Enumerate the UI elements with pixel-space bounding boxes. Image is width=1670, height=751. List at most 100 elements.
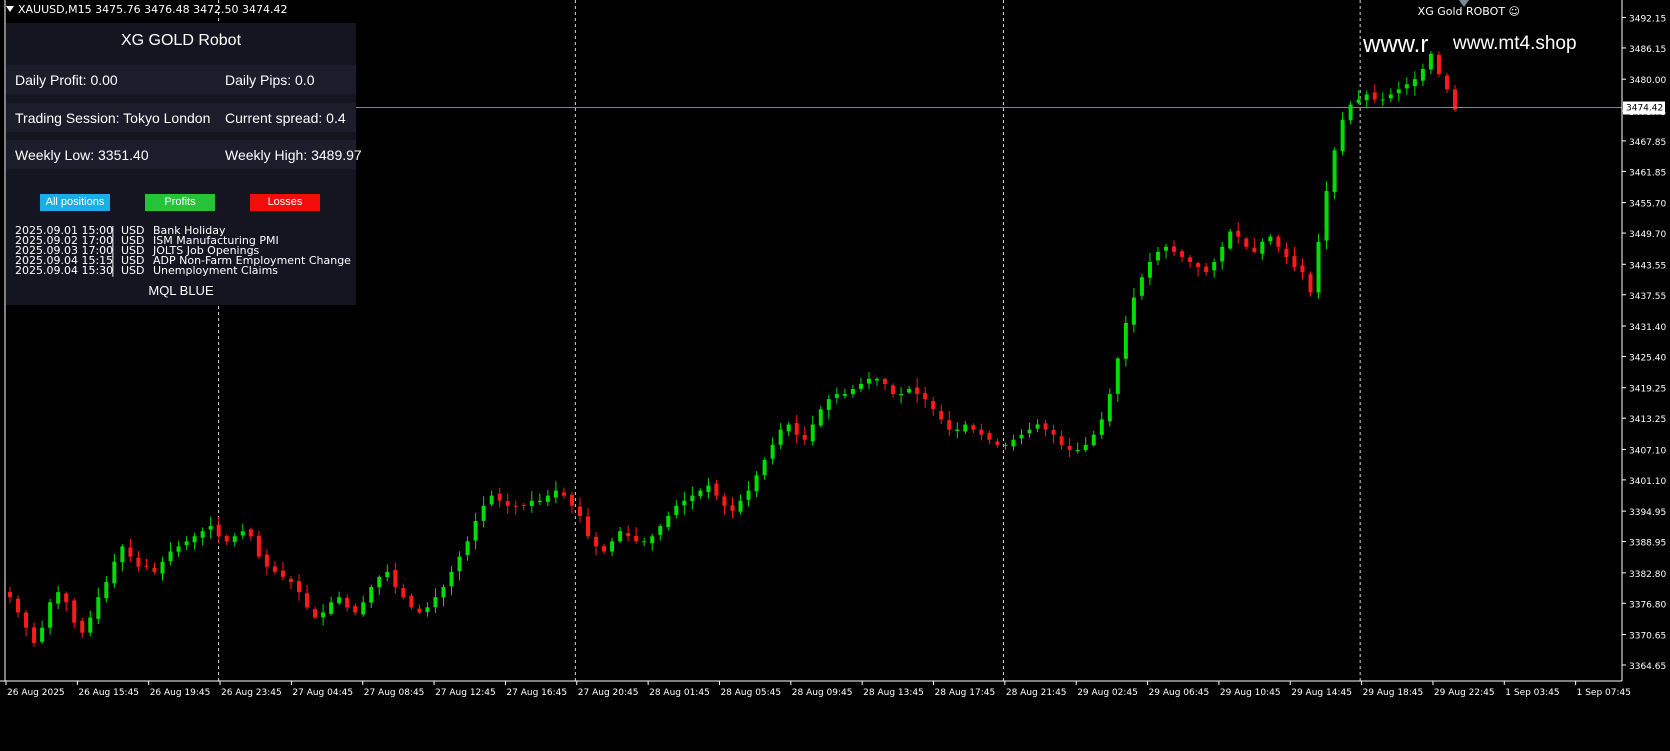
- weekly-range-row: Weekly Low: 3351.40 Weekly High: 3489.97: [6, 140, 362, 169]
- candle-body: [834, 394, 839, 398]
- price-tick-label: 3407.10: [1629, 446, 1666, 456]
- candle: [385, 564, 390, 582]
- price-tick-label: 3419.25: [1629, 385, 1666, 395]
- candle: [1236, 221, 1241, 244]
- candle-body: [1324, 190, 1329, 241]
- candle-body: [505, 501, 510, 506]
- candle-body: [586, 516, 590, 537]
- time-tick-label: 26 Aug 2025: [7, 688, 65, 698]
- candle-body: [754, 475, 759, 492]
- candle-body: [48, 602, 53, 628]
- time-tick-label: 26 Aug 15:45: [78, 688, 139, 698]
- price-tick-label: 3394.95: [1629, 508, 1666, 518]
- panel-footer: MQL BLUE: [148, 283, 214, 298]
- candle-body: [971, 425, 976, 430]
- price-tick-label: 3413.25: [1629, 415, 1666, 425]
- candle-body: [658, 526, 663, 535]
- candle-body: [232, 536, 237, 542]
- candle-body: [1164, 246, 1168, 251]
- candle: [883, 377, 888, 391]
- candle-body: [120, 546, 125, 563]
- candle-body: [818, 409, 823, 426]
- candle-body: [1284, 248, 1289, 257]
- candle: [1300, 258, 1305, 280]
- candle: [875, 377, 879, 386]
- candle: [168, 542, 173, 566]
- candle: [433, 588, 438, 614]
- candle: [586, 508, 590, 540]
- candle-body: [1260, 241, 1265, 254]
- price-tick-label: 3455.70: [1629, 200, 1666, 210]
- candle-body: [1316, 241, 1321, 293]
- candle: [610, 537, 615, 557]
- candle-body: [168, 551, 173, 562]
- candle-body: [184, 541, 189, 546]
- losses-button[interactable]: Losses: [250, 194, 320, 211]
- candle-body: [256, 535, 261, 557]
- candle-body: [216, 524, 221, 537]
- candle-body: [907, 388, 912, 393]
- candle-body: [1332, 150, 1337, 193]
- candle-body: [1220, 246, 1225, 262]
- weekly-low: Weekly Low: 3351.40: [15, 147, 149, 163]
- candle: [1268, 234, 1273, 245]
- candle-body: [72, 600, 77, 623]
- candle: [1139, 273, 1144, 300]
- candle: [513, 500, 518, 515]
- candle-body: [931, 401, 936, 410]
- time-tick-label: 28 Aug 13:45: [863, 688, 924, 698]
- candle-body: [1308, 274, 1313, 293]
- candle: [457, 551, 462, 581]
- candle: [489, 490, 494, 507]
- price-tick-label: 3492.15: [1629, 14, 1666, 24]
- candle: [80, 617, 85, 638]
- candle-body: [1396, 89, 1401, 94]
- candle-body: [995, 441, 1000, 445]
- time-tick-label: 27 Aug 08:45: [364, 688, 425, 698]
- candle: [1019, 429, 1024, 445]
- candle-body: [577, 506, 582, 516]
- candle-body: [762, 460, 767, 476]
- time-tick-label: 26 Aug 19:45: [150, 688, 211, 698]
- candle: [1067, 438, 1072, 458]
- candle: [280, 561, 285, 581]
- candle: [794, 415, 799, 444]
- candle: [1276, 234, 1281, 253]
- candle-body: [1003, 444, 1008, 446]
- price-tick-label: 3486.15: [1629, 45, 1666, 55]
- candle: [602, 543, 607, 555]
- time-tick-label: 26 Aug 23:45: [221, 688, 282, 698]
- candle-body: [1115, 358, 1120, 394]
- candle-body: [1139, 277, 1144, 296]
- candle-body: [1204, 266, 1209, 273]
- candle-body: [875, 378, 879, 381]
- candle: [634, 527, 639, 544]
- time-tick-label: 28 Aug 01:45: [649, 688, 710, 698]
- candle-body: [1083, 444, 1088, 451]
- candle: [144, 558, 149, 570]
- candle: [1396, 81, 1401, 102]
- candle-body: [594, 536, 599, 547]
- candle-body: [32, 627, 37, 643]
- candle-body: [529, 500, 534, 506]
- candle: [96, 587, 101, 625]
- profits-button[interactable]: Profits: [145, 194, 215, 211]
- candle: [1428, 51, 1433, 74]
- time-tick-label: 29 Aug 18:45: [1363, 688, 1424, 698]
- candle: [826, 394, 831, 420]
- candle: [931, 397, 936, 416]
- time-tick-label: 1 Sep 03:45: [1505, 688, 1559, 698]
- price-tick-label: 3382.80: [1629, 570, 1666, 580]
- dropdown-triangle-icon[interactable]: [6, 6, 14, 12]
- candle: [1220, 242, 1225, 270]
- daily-profit: Daily Profit: 0.00: [15, 72, 118, 88]
- candle-body: [650, 536, 655, 544]
- all-positions-button[interactable]: All positions: [40, 194, 110, 211]
- candle-body: [88, 617, 93, 633]
- candle: [305, 584, 310, 611]
- candle: [979, 423, 984, 441]
- candle-body: [80, 620, 85, 633]
- candle: [1316, 234, 1321, 299]
- news-currency: USD: [121, 264, 145, 277]
- candle: [714, 479, 719, 501]
